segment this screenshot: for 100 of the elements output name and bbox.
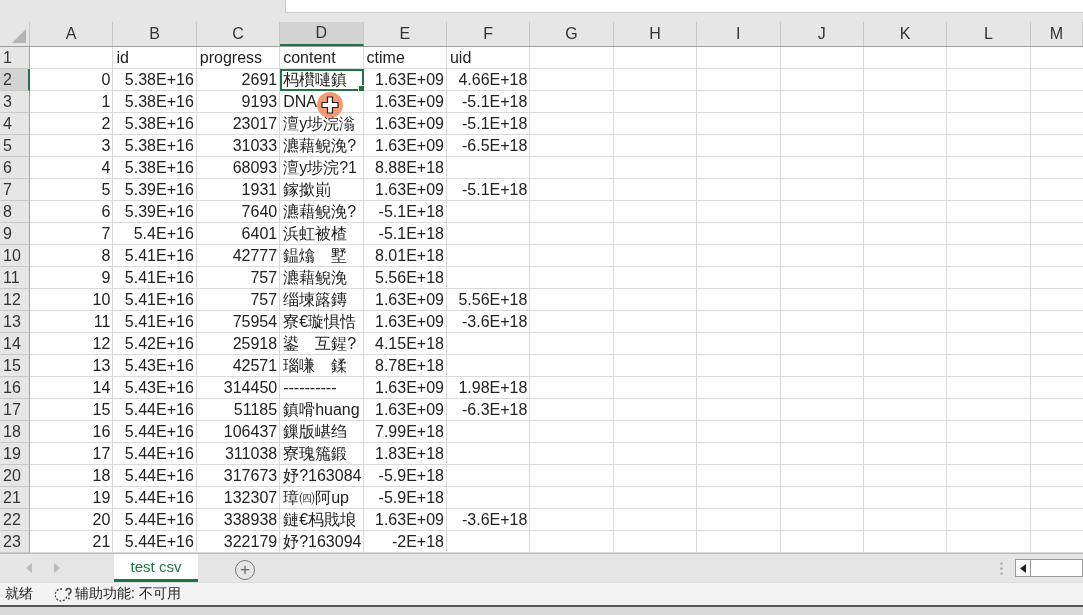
column-header[interactable]: H [613, 22, 698, 46]
row-header[interactable]: 4 [0, 113, 30, 135]
row-header[interactable]: 10 [0, 245, 30, 267]
table-cell: 1.63E+09 [375, 115, 444, 133]
column-header[interactable]: F [446, 22, 531, 46]
table-cell: 31033 [232, 137, 278, 155]
row-header[interactable]: 15 [0, 355, 30, 377]
column-header[interactable]: K [863, 22, 948, 46]
table-cell: 12 [92, 335, 111, 353]
table-cell: 322179 [223, 533, 278, 551]
table-cell: 10 [92, 291, 111, 309]
table-cell-text: 寮瑰箷鍛 [283, 443, 348, 464]
table-cell: 5.38E+16 [124, 115, 194, 133]
row-header[interactable]: 1 [0, 47, 30, 69]
table-cell: 9193 [241, 93, 278, 111]
column-header[interactable]: M [1030, 22, 1083, 46]
table-cell: 5.43E+16 [124, 357, 194, 375]
table-cell: 4 [101, 159, 111, 177]
row-header[interactable]: 8 [0, 201, 30, 223]
column-header[interactable]: E [363, 22, 447, 46]
row-header[interactable]: 20 [0, 465, 30, 487]
column-header[interactable]: L [947, 22, 1031, 46]
table-cell: 5.56E+18 [375, 269, 444, 287]
table-cell-text: 瀌藉鲵浼? [283, 201, 357, 222]
table-cell: 132307 [223, 489, 278, 507]
table-cell: 1.63E+09 [375, 379, 444, 397]
table-cell-text: 鏈€杩戝埌 [283, 509, 357, 530]
table-cell-text: 鎾熻 墅 [283, 245, 348, 266]
table-cell: 19 [92, 489, 111, 507]
column-header[interactable]: G [530, 22, 614, 46]
table-cell-text: 瑙嗛 鍒 [283, 355, 348, 376]
status-text: 就绪 [5, 585, 33, 603]
row-header[interactable]: 23 [0, 531, 30, 553]
formula-bar-field[interactable] [285, 0, 1083, 13]
row-header[interactable]: 17 [0, 399, 30, 421]
table-cell: 6 [101, 203, 111, 221]
row-header[interactable]: 7 [0, 179, 30, 201]
row-header[interactable]: 13 [0, 311, 30, 333]
row-header[interactable]: 6 [0, 157, 30, 179]
row-header[interactable]: 11 [0, 267, 30, 289]
column-header[interactable]: A [30, 22, 114, 46]
table-cell: 7640 [241, 203, 278, 221]
row-header[interactable]: 18 [0, 421, 30, 443]
row-header[interactable]: 21 [0, 487, 30, 509]
scroll-left-icon[interactable] [1020, 563, 1026, 573]
right-arrow-icon[interactable] [54, 563, 60, 573]
table-cell-text: 鏁版嵁绉 [283, 421, 348, 442]
select-all-icon[interactable] [12, 29, 26, 43]
row-header[interactable]: 16 [0, 377, 30, 399]
table-cell: 75954 [232, 313, 278, 331]
table-cell: 21 [92, 533, 111, 551]
table-cell: DNA [283, 93, 317, 111]
column-header[interactable]: D [280, 22, 364, 46]
table-cell: 7.99E+18 [375, 423, 444, 441]
table-cell: 5.38E+16 [124, 71, 194, 89]
row-header[interactable]: 3 [0, 91, 30, 113]
table-cell: 106437 [223, 423, 278, 441]
table-cell: 5.39E+16 [124, 181, 194, 199]
table-cell: 51185 [233, 401, 278, 419]
more-icon[interactable] [1000, 561, 1003, 575]
table-cell: 5.56E+18 [458, 291, 528, 309]
column-header[interactable]: I [697, 22, 781, 46]
table-cell: 1.63E+09 [375, 137, 444, 155]
row-header[interactable]: 14 [0, 333, 30, 355]
table-cell: -2E+18 [391, 533, 444, 551]
active-cell[interactable]: 杩欑嗹鎮 [280, 69, 364, 91]
table-cell: -5.9E+18 [378, 489, 444, 507]
table-cell: 20 [92, 511, 111, 529]
table-cell: 8.01E+18 [375, 247, 444, 265]
column-title: id [116, 49, 129, 67]
row-header[interactable]: 5 [0, 135, 30, 157]
table-cell: 5.41E+16 [124, 247, 194, 265]
table-cell: 5.38E+16 [124, 93, 194, 111]
accessibility-icon [55, 586, 73, 602]
table-cell: 1.63E+09 [375, 511, 444, 529]
table-cell-text: 澶у埗浣?1 [283, 157, 357, 178]
table-cell: 0 [101, 71, 111, 89]
table-cell: 15 [92, 401, 111, 419]
row-header[interactable]: 19 [0, 443, 30, 465]
row-header[interactable]: 12 [0, 289, 30, 311]
column-header[interactable]: J [780, 22, 864, 46]
table-cell: 5.44E+16 [124, 489, 194, 507]
table-cell-text: 浜虹被楂 [283, 223, 348, 244]
table-cell-text: 璋㈣阿up [283, 487, 349, 508]
left-arrow-icon[interactable] [26, 563, 32, 573]
sheet-tab[interactable]: test csv [114, 554, 198, 582]
table-cell: 317673 [223, 467, 278, 485]
table-cell: 1.63E+09 [375, 401, 444, 419]
row-header[interactable]: 22 [0, 509, 30, 531]
row-header[interactable]: 2 [0, 69, 30, 91]
table-cell-text: 瀌藉鲵浼? [283, 135, 357, 156]
row-header[interactable]: 9 [0, 223, 30, 245]
table-cell: -5.1E+18 [461, 93, 528, 111]
table-cell: 311038 [224, 445, 278, 463]
table-cell: 18 [92, 467, 111, 485]
table-cell: -5.1E+18 [378, 225, 444, 243]
table-cell: 1.63E+09 [375, 71, 444, 89]
column-header[interactable]: B [113, 22, 197, 46]
accessibility-status[interactable]: 辅助功能: 不可用 [75, 585, 181, 603]
horizontal-scrollbar[interactable] [1015, 559, 1083, 577]
